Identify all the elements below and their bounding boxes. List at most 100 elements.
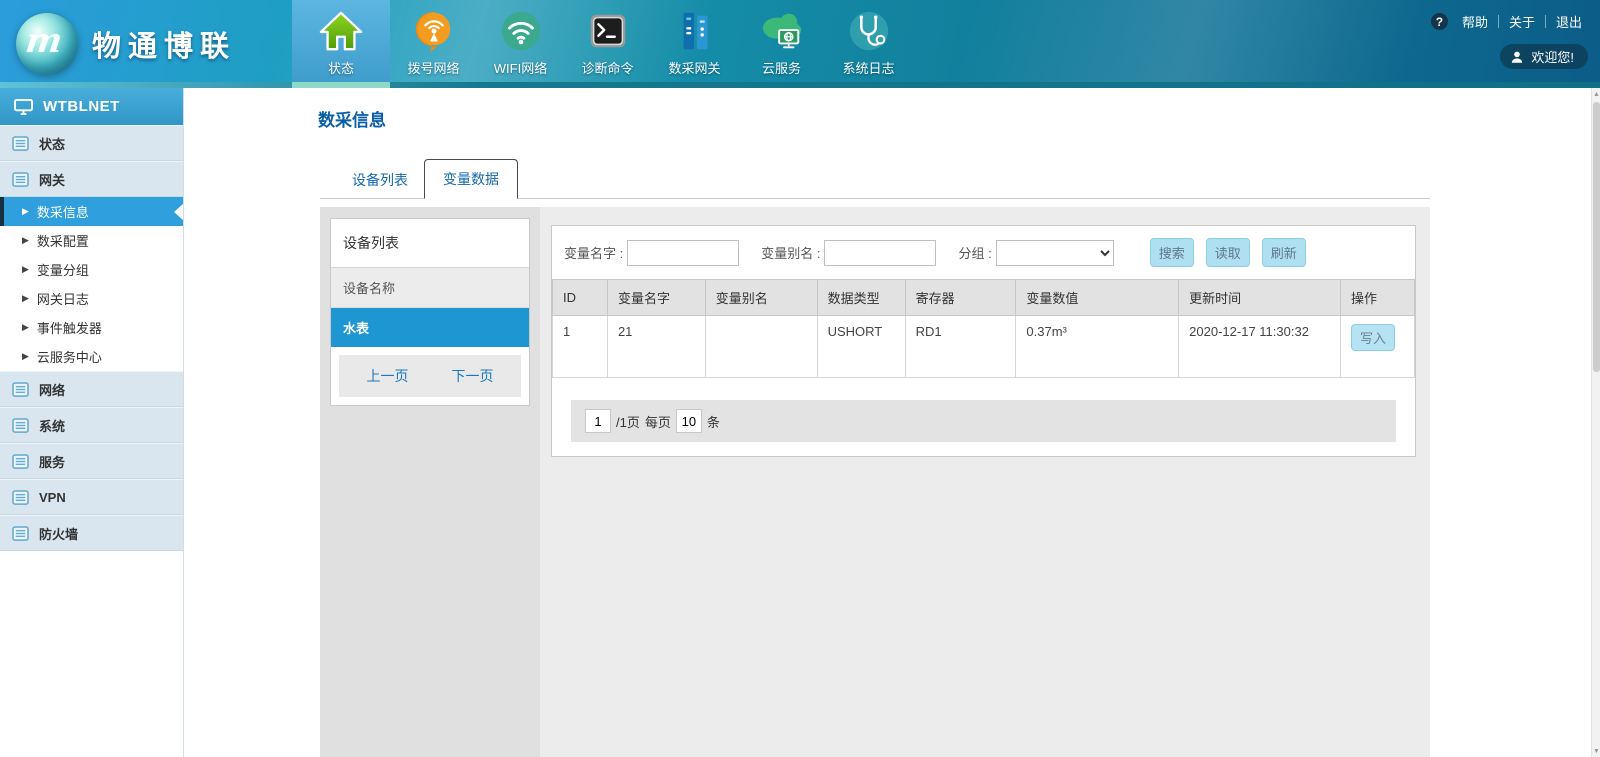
help-icon: ? bbox=[1431, 13, 1448, 30]
brand-globe-icon: m bbox=[16, 13, 78, 75]
dial-network-icon bbox=[411, 8, 457, 54]
gateway-icon bbox=[672, 8, 718, 54]
cell-variable-alias bbox=[705, 316, 817, 378]
caret-right-icon: ▶ bbox=[22, 235, 29, 246]
device-row-water-meter[interactable]: 水表 bbox=[331, 308, 529, 347]
refresh-button[interactable]: 刷新 bbox=[1262, 238, 1306, 267]
nav-item-status[interactable]: 状态 bbox=[292, 0, 390, 82]
nav-item-data-gateway[interactable]: 数采网关 bbox=[651, 0, 738, 82]
top-header: m 物通博联 状态 拨号网络 bbox=[0, 0, 1600, 88]
welcome-badge[interactable]: 欢迎您! bbox=[1500, 44, 1588, 69]
cell-update-time: 2020-12-17 11:30:32 bbox=[1179, 316, 1341, 378]
sidebar-item-service[interactable]: 服务 bbox=[0, 443, 183, 479]
cell-action: 写入 bbox=[1340, 316, 1414, 378]
caret-right-icon: ▶ bbox=[22, 351, 29, 362]
col-register: 寄存器 bbox=[905, 280, 1016, 316]
group-select[interactable] bbox=[996, 240, 1114, 266]
list-icon bbox=[12, 136, 29, 151]
sidebar-host: WTBLNET bbox=[0, 88, 183, 125]
col-variable-name: 变量名字 bbox=[607, 280, 705, 316]
per-page-unit: 条 bbox=[707, 412, 720, 431]
caret-right-icon: ▶ bbox=[22, 293, 29, 304]
vertical-scrollbar[interactable]: ▲ ▼ bbox=[1591, 88, 1600, 757]
scroll-up-icon[interactable]: ▲ bbox=[1592, 88, 1600, 100]
col-variable-value: 变量数值 bbox=[1016, 280, 1179, 316]
sidebar-item-gateway-log[interactable]: ▶ 网关日志 bbox=[0, 284, 183, 313]
scrollbar-thumb[interactable] bbox=[1593, 102, 1600, 372]
sidebar: WTBLNET 状态 网关 ▶ 数采信息 ▶ 数采配置 ▶ 变量分组 bbox=[0, 88, 184, 757]
tab-variable-data[interactable]: 变量数据 bbox=[424, 159, 518, 199]
about-link[interactable]: 关于 bbox=[1509, 12, 1535, 31]
sidebar-item-vpn[interactable]: VPN bbox=[0, 479, 183, 515]
nav-item-dial-network[interactable]: 拨号网络 bbox=[390, 0, 477, 82]
write-button[interactable]: 写入 bbox=[1351, 324, 1395, 351]
col-action: 操作 bbox=[1340, 280, 1414, 316]
device-list-title: 设备列表 bbox=[331, 219, 529, 268]
home-icon bbox=[318, 8, 364, 54]
col-variable-alias: 变量别名 bbox=[705, 280, 817, 316]
help-link[interactable]: 帮助 bbox=[1462, 12, 1488, 31]
variable-name-label: 变量名字 : bbox=[564, 243, 623, 262]
logout-link[interactable]: 退出 bbox=[1556, 12, 1582, 31]
header-links: ? 帮助 关于 退出 bbox=[1431, 12, 1582, 31]
system-log-icon bbox=[846, 8, 892, 54]
scroll-down-icon[interactable]: ▼ bbox=[1592, 745, 1600, 757]
sidebar-gateway-submenu: ▶ 数采信息 ▶ 数采配置 ▶ 变量分组 ▶ 网关日志 ▶ 事件触发器 ▶ 云服… bbox=[0, 197, 183, 371]
read-button[interactable]: 读取 bbox=[1206, 238, 1250, 267]
nav-item-system-log[interactable]: 系统日志 bbox=[825, 0, 912, 82]
page-number-input[interactable] bbox=[585, 409, 611, 433]
per-page-input[interactable] bbox=[676, 409, 702, 433]
sidebar-item-system[interactable]: 系统 bbox=[0, 407, 183, 443]
top-nav: 状态 拨号网络 WIFI网络 bbox=[292, 0, 912, 82]
terminal-icon bbox=[585, 8, 631, 54]
variable-table: ID 变量名字 变量别名 数据类型 寄存器 变量数值 更新时间 操作 1 21 bbox=[552, 279, 1415, 378]
search-button[interactable]: 搜索 bbox=[1150, 238, 1194, 267]
sidebar-item-variable-group[interactable]: ▶ 变量分组 bbox=[0, 255, 183, 284]
device-list-box: 设备列表 设备名称 水表 上一页 下一页 bbox=[330, 218, 530, 406]
sidebar-item-data-collection-info[interactable]: ▶ 数采信息 bbox=[0, 197, 183, 226]
variable-data-panel: 变量名字 : 变量别名 : 分组 : 搜索 读取 刷新 ID 变量名 bbox=[551, 225, 1416, 457]
content-panel: 设备列表 设备名称 水表 上一页 下一页 变量名字 : 变量别名 : 分组 : … bbox=[320, 207, 1430, 757]
sidebar-item-data-collection-config[interactable]: ▶ 数采配置 bbox=[0, 226, 183, 255]
sidebar-item-event-trigger[interactable]: ▶ 事件触发器 bbox=[0, 313, 183, 342]
device-list-pager: 上一页 下一页 bbox=[339, 355, 521, 397]
variable-name-input[interactable] bbox=[627, 240, 739, 266]
list-icon bbox=[12, 454, 29, 469]
page-title: 数采信息 bbox=[318, 106, 1600, 131]
list-icon bbox=[12, 526, 29, 541]
table-pagination: /1页 每页 条 bbox=[571, 400, 1396, 442]
prev-page-link[interactable]: 上一页 bbox=[367, 366, 409, 386]
monitor-icon bbox=[14, 99, 33, 115]
variable-alias-label: 变量别名 : bbox=[761, 243, 820, 262]
sidebar-item-gateway[interactable]: 网关 bbox=[0, 161, 183, 197]
list-icon bbox=[12, 382, 29, 397]
device-name-column-header: 设备名称 bbox=[331, 268, 529, 308]
group-label: 分组 : bbox=[958, 243, 991, 262]
cell-id: 1 bbox=[553, 316, 608, 378]
list-icon bbox=[12, 172, 29, 187]
variable-alias-input[interactable] bbox=[824, 240, 936, 266]
nav-item-diagnostic-command[interactable]: 诊断命令 bbox=[564, 0, 651, 82]
device-list-column: 设备列表 设备名称 水表 上一页 下一页 bbox=[320, 207, 540, 757]
col-update-time: 更新时间 bbox=[1179, 280, 1341, 316]
sidebar-item-cloud-center[interactable]: ▶ 云服务中心 bbox=[0, 342, 183, 371]
tab-device-list[interactable]: 设备列表 bbox=[336, 162, 424, 198]
cloud-service-icon bbox=[759, 8, 805, 54]
sidebar-item-network[interactable]: 网络 bbox=[0, 371, 183, 407]
cell-variable-name: 21 bbox=[607, 316, 705, 378]
filter-bar: 变量名字 : 变量别名 : 分组 : 搜索 读取 刷新 bbox=[552, 226, 1415, 279]
cell-register: RD1 bbox=[905, 316, 1016, 378]
nav-item-wifi-network[interactable]: WIFI网络 bbox=[477, 0, 564, 82]
sidebar-item-status[interactable]: 状态 bbox=[0, 125, 183, 161]
main-content: 数采信息 设备列表 变量数据 设备列表 设备名称 水表 上一页 下一页 变量名字… bbox=[184, 88, 1600, 757]
sidebar-item-firewall[interactable]: 防火墙 bbox=[0, 515, 183, 551]
nav-item-cloud-service[interactable]: 云服务 bbox=[738, 0, 825, 82]
list-icon bbox=[12, 490, 29, 505]
sidebar-host-name: WTBLNET bbox=[43, 98, 120, 115]
welcome-text: 欢迎您! bbox=[1531, 47, 1574, 66]
caret-right-icon: ▶ bbox=[22, 322, 29, 333]
tab-bar: 设备列表 变量数据 bbox=[320, 159, 1430, 199]
next-page-link[interactable]: 下一页 bbox=[452, 366, 494, 386]
caret-right-icon: ▶ bbox=[22, 206, 29, 217]
active-nav-indicator bbox=[292, 82, 390, 88]
